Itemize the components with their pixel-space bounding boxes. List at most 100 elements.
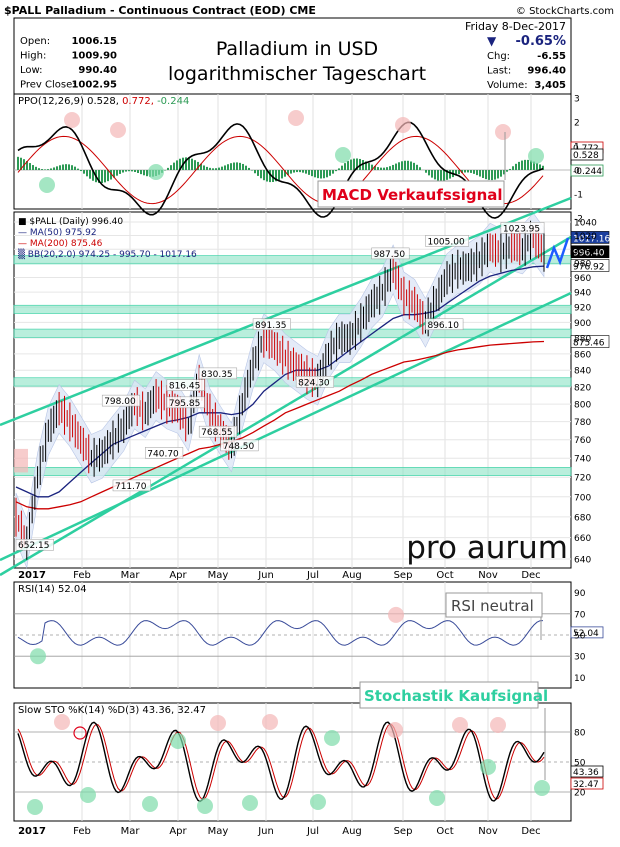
sto-buy-marker xyxy=(170,733,186,749)
ppo-y-tick: 0 xyxy=(574,167,580,177)
point-label: 748.50 xyxy=(223,442,255,452)
ppo-value-text: 0.528 xyxy=(573,151,599,161)
point-label: 768.55 xyxy=(201,428,233,438)
x-tick-label: Jul xyxy=(306,826,319,837)
rsi-y-tick: 10 xyxy=(574,674,586,684)
point-label: 711.70 xyxy=(115,482,147,492)
price-y-tick: 980 xyxy=(574,260,591,270)
x-tick-label: Feb xyxy=(73,570,91,581)
x-tick-label: Apr xyxy=(169,826,187,837)
ppo-sell-marker xyxy=(110,122,126,138)
session-date: Friday 8-Dec-2017 xyxy=(465,20,566,33)
ppo-buy-marker xyxy=(528,148,544,164)
x-tick-label: Sep xyxy=(394,826,413,837)
ppo-buy-marker xyxy=(39,177,55,193)
ticker-title: $PALL Palladium - Continuous Contract (E… xyxy=(4,4,316,17)
price-y-tick: 940 xyxy=(574,289,591,299)
sto-buy-marker xyxy=(324,730,340,746)
price-y-tick: 900 xyxy=(574,319,591,329)
price-legend-item: ■ $PALL (Daily) 996.40 xyxy=(18,217,123,227)
chart-title-line1: Palladium in USD xyxy=(216,38,378,60)
rsi-y-tick: 50 xyxy=(574,632,586,642)
chart-title-line2: logarithmischer Tageschart xyxy=(168,63,426,85)
price-y-tick: 1000 xyxy=(574,246,597,256)
sto-annotation: Stochastik Kaufsignal xyxy=(364,687,548,705)
channel-middle-line xyxy=(0,235,572,577)
price-legend-item: — MA(50) 975.92 xyxy=(18,228,97,238)
price-y-tick: 840 xyxy=(574,367,591,377)
sto-buy-marker xyxy=(27,799,43,815)
ppo-y-tick: -2 xyxy=(574,215,583,225)
price-y-tick: 800 xyxy=(574,401,591,411)
macd-annotation: MACD Verkaufssignal xyxy=(322,186,503,204)
rsi-y-tick: 70 xyxy=(574,610,586,620)
x-tick-label: Jun xyxy=(257,826,274,837)
stat-label-3: Prev Close: xyxy=(20,80,76,91)
x-tick-label: Jul xyxy=(306,570,319,581)
chart-root: $PALL Palladium - Continuous Contract (E… xyxy=(0,0,620,843)
sto-buy-marker xyxy=(142,796,158,812)
pct-change: -0.65% xyxy=(516,34,567,49)
x-year-label: 2017 xyxy=(18,570,46,581)
ppo-buy-marker xyxy=(335,147,351,163)
x-tick-label: Nov xyxy=(478,826,498,837)
sto-buy-marker xyxy=(80,787,96,803)
price-y-tick: 740 xyxy=(574,455,591,465)
x-tick-label: Aug xyxy=(342,826,362,837)
x-tick-label: Oct xyxy=(436,570,453,581)
ppo-y-tick: 3 xyxy=(574,95,580,105)
sto-buy-marker xyxy=(480,759,496,775)
ppo-y-tick: 1 xyxy=(574,143,580,153)
ppo-sell-marker xyxy=(395,117,411,133)
stat-label-2: Low: xyxy=(20,65,43,76)
sto-sell-marker xyxy=(54,714,70,730)
price-y-tick: 720 xyxy=(574,474,591,484)
sto-sell-marker xyxy=(262,714,278,730)
rsi-legend: RSI(14) 52.04 xyxy=(18,584,87,595)
x-tick-label: Dec xyxy=(521,570,540,581)
price-legend-item: ▒ BB(20,2.0) 974.25 - 995.70 - 1017.16 xyxy=(18,248,197,260)
point-label: 1023.95 xyxy=(503,224,540,234)
point-label: 795.85 xyxy=(169,399,201,409)
stat-value-r1: 996.40 xyxy=(527,66,566,77)
stat-value-r2: 3,405 xyxy=(534,80,566,91)
point-label: 987.50 xyxy=(374,250,406,260)
x-tick-label: Jun xyxy=(257,570,274,581)
stat-label-0: Open: xyxy=(20,36,50,47)
rsi-annotation: RSI neutral xyxy=(451,597,534,615)
down-triangle-icon: ▼ xyxy=(487,34,497,48)
price-y-tick: 760 xyxy=(574,436,591,446)
sto-sell-marker xyxy=(210,715,226,731)
sto-y-tick: 80 xyxy=(574,729,586,739)
price-legend-item: — MA(200) 875.46 xyxy=(18,239,103,249)
stat-label-1: High: xyxy=(20,51,46,62)
watermark: © StockCharts.com xyxy=(516,6,614,17)
x-tick-label: Apr xyxy=(169,570,187,581)
ppo-legend: PPO(12,26,9) 0.528, 0.772, -0.244 xyxy=(18,96,189,107)
ppo-buy-marker xyxy=(148,164,164,180)
price-y-tick: 1020 xyxy=(574,232,597,242)
point-label: 740.70 xyxy=(147,449,179,459)
x-tick-label: Oct xyxy=(436,826,453,837)
sto-y-tick: 20 xyxy=(574,789,586,799)
sto-cross-marker xyxy=(73,726,87,740)
point-label: 652.15 xyxy=(18,541,50,551)
stat-label-r0: Chg: xyxy=(487,51,510,62)
x-tick-label: Mar xyxy=(121,570,141,581)
x-year-label: 2017 xyxy=(18,826,46,837)
price-y-tick: 680 xyxy=(574,513,591,523)
sto-layer: 43.3632.47 xyxy=(14,708,604,815)
sto-buy-marker xyxy=(242,795,258,811)
sto-sell-marker xyxy=(452,717,468,733)
x-tick-label: Aug xyxy=(342,570,362,581)
stat-value-0: 1006.15 xyxy=(71,36,117,47)
ppo-legend-part: -0.244 xyxy=(154,96,189,107)
stat-value-2: 990.40 xyxy=(78,65,117,76)
chart-canvas: $PALL Palladium - Continuous Contract (E… xyxy=(0,4,614,837)
x-tick-label: Dec xyxy=(521,826,540,837)
price-y-tick: 960 xyxy=(574,274,591,284)
price-y-tick: 640 xyxy=(574,556,591,566)
x-tick-label: Sep xyxy=(394,570,413,581)
price-legend: ■ $PALL (Daily) 996.40— MA(50) 975.92— M… xyxy=(18,217,197,260)
sto-value-text: 43.36 xyxy=(573,768,599,778)
